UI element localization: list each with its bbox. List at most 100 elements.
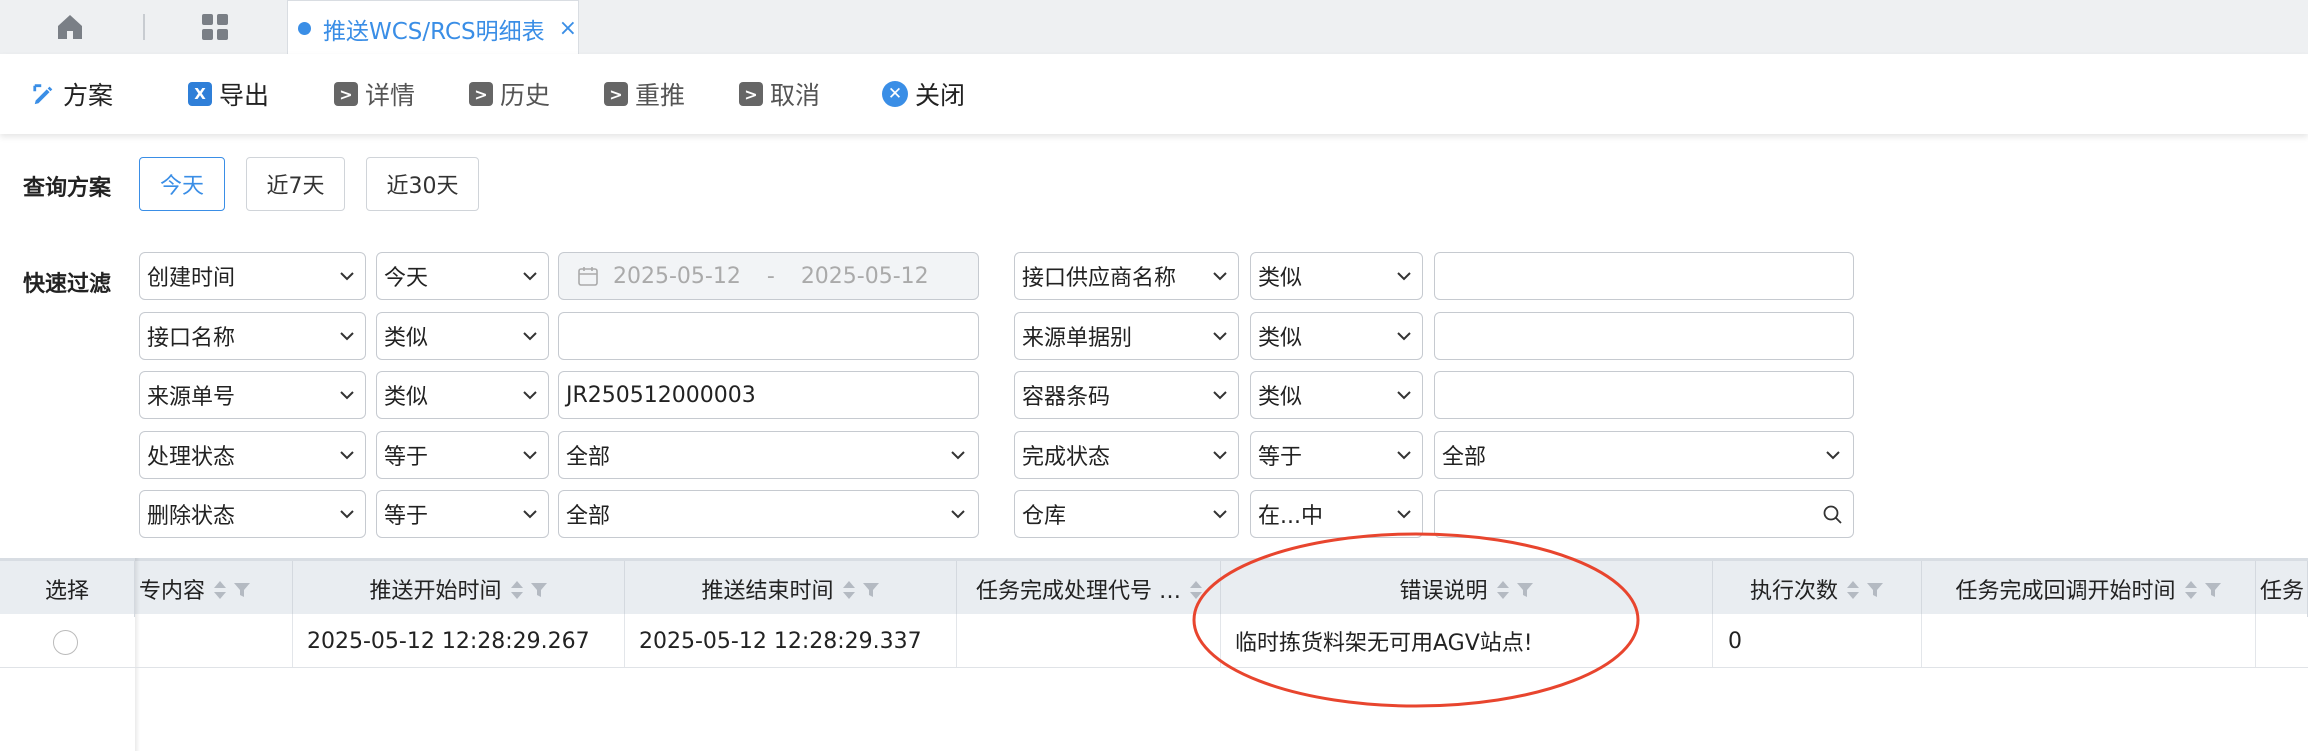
col-push-start-title: 推送开始时间 xyxy=(369,579,502,604)
tab-title: 推送WCS/RCS明细表 xyxy=(323,18,545,45)
filter-funnel-icon[interactable] xyxy=(1516,580,1534,598)
sort-icon[interactable] xyxy=(842,578,855,600)
detail-label: 详情 xyxy=(365,81,416,110)
chevron-down-icon xyxy=(521,267,539,289)
chevron-down-icon xyxy=(521,327,539,349)
chevron-down-icon xyxy=(949,446,967,468)
col-content-title: 专内容 xyxy=(139,579,206,604)
col-select-header[interactable]: 选择 xyxy=(0,561,135,617)
left-filter-value-2[interactable]: JR250512000003 xyxy=(558,371,979,419)
history-label: 历史 xyxy=(500,81,551,110)
left-filter-value-4[interactable]: 全部 xyxy=(558,490,979,538)
plan-button[interactable]: 方案 xyxy=(32,76,113,112)
col-error-desc-header[interactable]: 错误说明 xyxy=(1221,561,1713,617)
col-task-code-header[interactable]: 任务完成处理代号 … xyxy=(957,561,1221,617)
filter-funnel-icon[interactable] xyxy=(2204,580,2222,598)
export-button[interactable]: X 导出 xyxy=(188,76,269,112)
right-filter-value-0[interactable] xyxy=(1434,252,1854,300)
right-filter-field-3[interactable]: 完成状态 xyxy=(1014,431,1239,479)
sort-icon[interactable] xyxy=(213,578,227,600)
date-separator: - xyxy=(766,263,775,289)
left-filter-field-4[interactable]: 删除状态 xyxy=(139,490,366,538)
col-push-end-header[interactable]: 推送结束时间 xyxy=(625,561,957,617)
cancel-button[interactable]: > 取消 xyxy=(739,76,820,112)
chevron-down-icon xyxy=(338,446,356,468)
calendar-icon xyxy=(577,265,599,287)
col-push-start-header[interactable]: 推送开始时间 xyxy=(293,561,625,617)
chip-last-7-days[interactable]: 近7天 xyxy=(246,157,345,211)
col-push-end-title: 推送结束时间 xyxy=(701,579,834,604)
detail-button[interactable]: > 详情 xyxy=(334,76,415,112)
left-filter-field-2[interactable]: 来源单号 xyxy=(139,371,366,419)
left-filter-value-1[interactable] xyxy=(558,312,979,360)
right-filter-field-1[interactable]: 来源单据别 xyxy=(1014,312,1239,360)
repush-button[interactable]: > 重推 xyxy=(604,76,685,112)
cell-content xyxy=(140,614,293,668)
close-label: 关闭 xyxy=(915,81,966,110)
sort-icon[interactable] xyxy=(2184,578,2197,600)
left-filter-field-3[interactable]: 处理状态 xyxy=(139,431,366,479)
right-filter-value-4[interactable] xyxy=(1434,490,1854,538)
close-button[interactable]: ✕ 关闭 xyxy=(882,76,965,112)
cancel-arrow-icon: > xyxy=(739,82,763,106)
tab-push-wcs-rcs[interactable]: 推送WCS/RCS明细表 × xyxy=(287,0,579,56)
filter-funnel-icon[interactable] xyxy=(1866,580,1884,598)
col-exec-count-header[interactable]: 执行次数 xyxy=(1713,561,1922,617)
home-icon[interactable] xyxy=(55,12,85,42)
toolbar: 方案 X 导出 > 详情 > 历史 > 重推 > 取消 ✕ 关闭 xyxy=(0,54,2308,134)
col-task-header[interactable]: 任务 xyxy=(2256,561,2308,617)
date-range-input[interactable]: 2025-05-12-2025-05-12 xyxy=(558,252,979,300)
sort-icon[interactable] xyxy=(510,578,523,600)
right-filter-value-1[interactable] xyxy=(1434,312,1854,360)
left-filter-field-0[interactable]: 创建时间 xyxy=(139,252,366,300)
close-circle-icon: ✕ xyxy=(882,81,908,107)
quick-filter-label: 快速过滤 xyxy=(23,272,112,297)
plan-edit-icon xyxy=(32,82,56,106)
detail-arrow-icon: > xyxy=(334,82,358,106)
col-callback-start-title: 任务完成回调开始时间 xyxy=(1955,579,2176,604)
apps-grid-icon[interactable] xyxy=(200,12,230,42)
chevron-down-icon xyxy=(338,386,356,408)
chevron-down-icon xyxy=(1824,446,1842,468)
col-task-code-title: 任务完成处理代号 … xyxy=(976,579,1181,604)
chevron-down-icon xyxy=(1211,505,1229,527)
sort-icon[interactable] xyxy=(1496,578,1509,600)
sort-icon[interactable] xyxy=(1189,578,1202,600)
chevron-down-icon xyxy=(521,505,539,527)
col-callback-start-header[interactable]: 任务完成回调开始时间 xyxy=(1922,561,2256,617)
filter-funnel-icon[interactable] xyxy=(530,580,548,598)
col-error-desc-title: 错误说明 xyxy=(1399,579,1488,604)
row-divider xyxy=(0,667,2308,668)
chip-today[interactable]: 今天 xyxy=(139,157,225,211)
cancel-label: 取消 xyxy=(770,81,821,110)
filter-funnel-icon[interactable] xyxy=(233,580,251,598)
tab-close-icon[interactable]: × xyxy=(559,16,577,41)
chevron-down-icon xyxy=(521,386,539,408)
right-filter-field-2[interactable]: 容器条码 xyxy=(1014,371,1239,419)
chip-last-30-days[interactable]: 近30天 xyxy=(366,157,479,211)
col-task-title: 任务 xyxy=(2260,579,2305,604)
right-filter-value-2[interactable] xyxy=(1434,371,1854,419)
date-to: 2025-05-12 xyxy=(800,263,929,289)
row-radio[interactable] xyxy=(53,630,78,655)
excel-icon: X xyxy=(188,82,212,106)
repush-label: 重推 xyxy=(635,81,686,110)
sort-icon[interactable] xyxy=(1846,578,1859,600)
col-content-header[interactable]: 专内容 xyxy=(135,561,293,617)
repush-arrow-icon: > xyxy=(604,82,628,106)
left-filter-field-1[interactable]: 接口名称 xyxy=(139,312,366,360)
chevron-down-icon xyxy=(1395,505,1413,527)
right-filter-field-0[interactable]: 接口供应商名称 xyxy=(1014,252,1239,300)
cell-error-desc: 临时拣货料架无可用AGV站点! xyxy=(1221,614,1713,668)
date-from: 2025-05-12 xyxy=(613,263,741,289)
search-icon[interactable] xyxy=(1822,504,1844,526)
filter-funnel-icon[interactable] xyxy=(862,580,880,598)
history-button[interactable]: > 历史 xyxy=(469,76,550,112)
right-filter-field-4[interactable]: 仓库 xyxy=(1014,490,1239,538)
chevron-down-icon xyxy=(949,505,967,527)
right-filter-value-3[interactable]: 全部 xyxy=(1434,431,1854,479)
tab-status-dot xyxy=(298,22,311,35)
tab-divider xyxy=(143,14,145,40)
left-filter-value-3[interactable]: 全部 xyxy=(558,431,979,479)
chevron-down-icon xyxy=(1211,267,1229,289)
